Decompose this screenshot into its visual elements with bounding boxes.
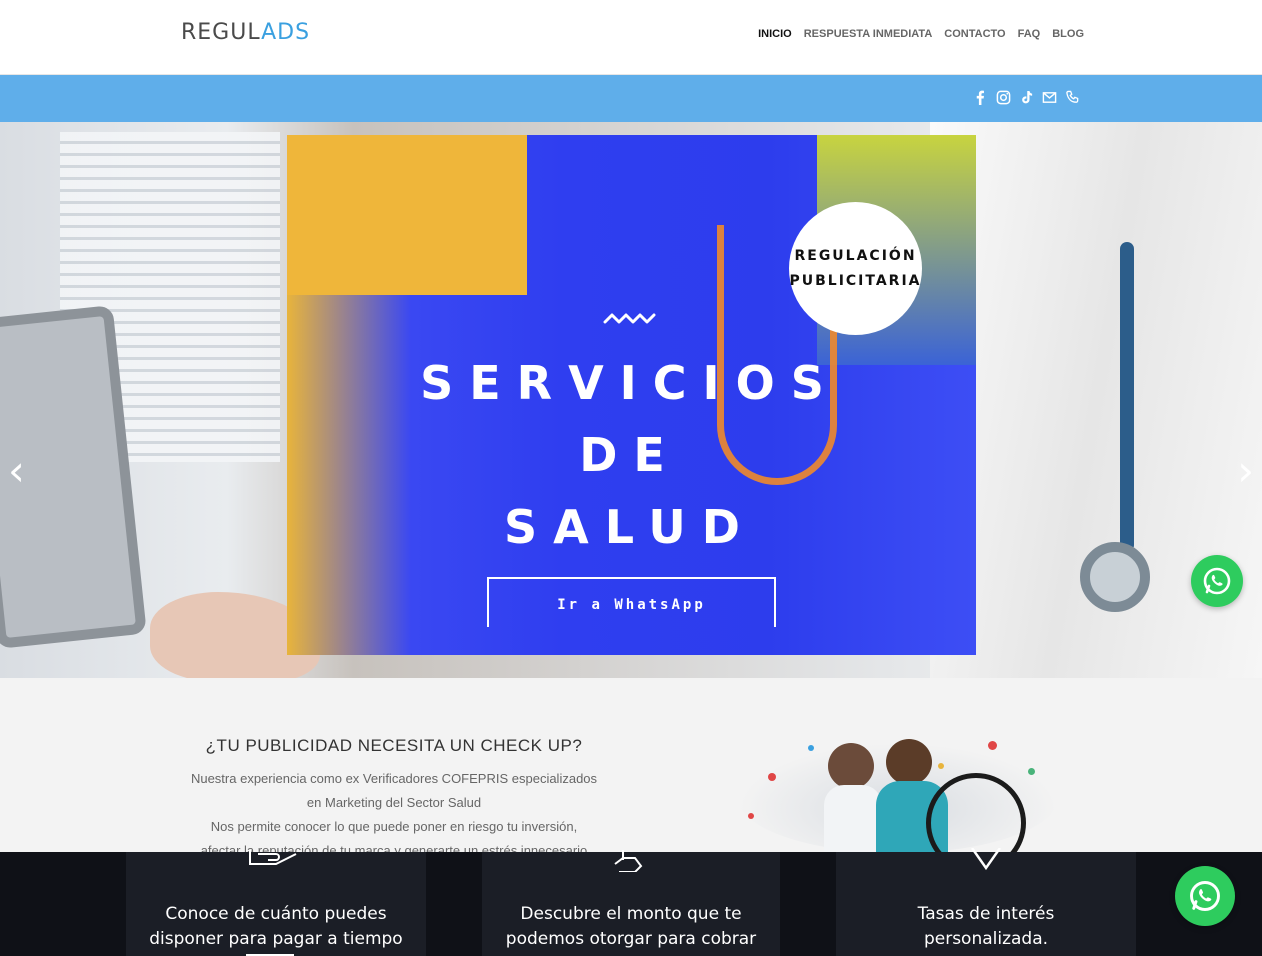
checkup-text-line: Nos permite conocer lo que puede poner e… [210,819,578,834]
hand-coins-icon [249,850,297,865]
tiktok-icon[interactable] [1019,89,1034,105]
feature-text: Tasas de interés personalizada. [836,902,1136,952]
main-nav: INICIO RESPUESTA INMEDIATA CONTACTO FAQ … [758,28,1084,40]
feature-card: Conoce de cuánto puedes disponer para pa… [126,850,426,956]
instagram-icon[interactable] [996,89,1011,105]
whatsapp-icon [1203,567,1231,595]
checkup-section: ¿TU PUBLICIDAD NECESITA UN CHECK UP? Nue… [0,678,1262,858]
overlay-yellow-area [287,135,527,295]
logo-text-ads: ADS [261,20,311,45]
nav-item-faq[interactable]: FAQ [1018,28,1041,40]
whatsapp-cta-button[interactable]: Ir a WhatsApp [487,577,776,627]
money-hand-icon [614,850,643,872]
hero-title-line-2: DE [579,428,681,482]
checkup-text-line: Nuestra experiencia como ex Verificadore… [190,771,598,786]
feature-card: Tasas de interés personalizada. [836,848,1136,956]
feature-card: Descubre el monto que te podemos otorgar… [482,850,780,956]
logo[interactable]: REGULADS [181,20,310,45]
social-links [973,89,1080,105]
features-strip: Conoce de cuánto puedes disponer para pa… [0,848,1262,956]
nav-item-respuesta-inmediata[interactable]: RESPUESTA INMEDIATA [804,28,933,40]
hero-title-line-1: SERVICIOS [420,356,840,410]
phone-icon[interactable] [1065,89,1080,105]
regulacion-badge: REGULACIÓN PUBLICITARIA [789,202,922,335]
feature-text-line-2: disponer para pagar a tiempo [149,929,403,949]
social-bar [0,75,1262,122]
checkup-text-line: en Marketing del Sector Salud [306,795,482,810]
feature-text: Conoce de cuánto puedes disponer para pa… [126,902,426,952]
wave-icon [603,313,656,324]
checkup-title: ¿TU PUBLICIDAD NECESITA UN CHECK UP? [205,736,583,755]
checkup-description: Nuestra experiencia como ex Verificadore… [160,767,628,863]
whatsapp-float-button[interactable] [1191,555,1243,607]
doctors-illustration [738,733,1063,853]
badge-line-1: REGULACIÓN [794,247,917,264]
feature-text-line-1: Conoce de cuánto puedes [165,904,387,924]
badge-line-2: PUBLICITARIA [789,272,922,289]
hero-photo-stethoscope [1080,542,1150,612]
logo-text-regul: REGUL [181,20,262,45]
feature-text: Descubre el monto que te podemos otorgar… [482,902,780,952]
slider-next-arrow-icon[interactable]: › [1237,450,1254,492]
whatsapp-icon [1190,881,1220,911]
nav-item-contacto[interactable]: CONTACTO [944,28,1005,40]
feature-text-line-1: Descubre el monto que te [520,904,742,924]
hero-title-line-3: SALUD [504,500,756,554]
percent-badge-icon [970,848,1002,871]
feature-text-line-1: Tasas de interés [917,904,1055,924]
nav-item-inicio[interactable]: INICIO [758,28,792,40]
slider-prev-arrow-icon[interactable]: ‹ [8,450,25,492]
nav-item-blog[interactable]: BLOG [1052,28,1084,40]
hero-slider: REGULACIÓN PUBLICITARIA SERVICIOS DE SAL… [0,122,1262,678]
feature-text-line-2: podemos otorgar para cobrar [505,929,757,949]
hero-title: SERVICIOS DE SALUD [400,347,860,563]
email-icon[interactable] [1042,89,1057,105]
facebook-icon[interactable] [973,89,988,105]
hero-photo-stethoscope-tube [1120,242,1134,552]
site-header: REGULADS INICIO RESPUESTA INMEDIATA CONT… [0,0,1262,75]
whatsapp-chat-button[interactable] [1175,866,1235,926]
feature-text-line-2: personalizada. [923,929,1049,949]
